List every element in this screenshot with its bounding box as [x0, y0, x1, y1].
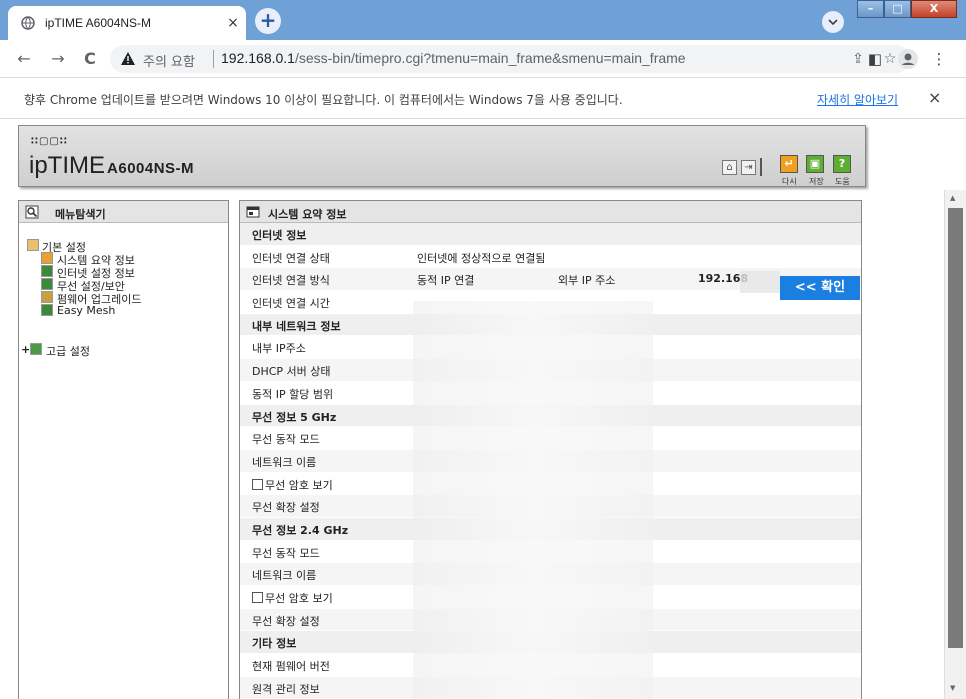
maximize-button[interactable]: □ [884, 0, 911, 18]
new-tab-button[interactable]: + [255, 8, 281, 34]
confirm-ip-button[interactable]: << 확인 [780, 276, 860, 300]
more-menu-icon[interactable]: ⋮ [930, 50, 948, 68]
scroll-down-icon[interactable]: ▼ [950, 684, 955, 692]
expand-plus-icon[interactable]: + [21, 343, 30, 356]
window-icon [246, 206, 260, 218]
logo-mark: ∷▢▢∷ [31, 136, 68, 147]
magnifier-icon [25, 205, 39, 219]
show-password-checkbox-24ghz[interactable]: 무선 암호 보기 [252, 590, 333, 606]
upgrade-icon [41, 291, 53, 303]
bookmark-star-icon[interactable]: ☆ [882, 51, 898, 67]
window-controls: – □ X [857, 0, 957, 20]
header-divider [760, 158, 762, 176]
refresh-icon[interactable]: ↵ [780, 155, 798, 173]
page-scrollbar[interactable]: ▲ ▼ [944, 190, 966, 699]
tab-strip: ipTIME A6004NS-M × + – □ X [0, 0, 966, 40]
person-icon [902, 53, 914, 65]
router-logo: ipTIME A6004NS-M [29, 152, 195, 179]
chevron-down-icon [828, 19, 838, 26]
redacted-area [413, 301, 653, 699]
address-bar[interactable]: 주의 요함 192.168.0.1/sess-bin/timepro.cgi?t… [110, 45, 910, 73]
divider [213, 50, 214, 68]
globe-icon [21, 16, 35, 30]
close-window-button[interactable]: X [911, 0, 957, 18]
scroll-up-icon[interactable]: ▲ [950, 194, 955, 202]
sidebar-header: 메뉴탐색기 [19, 201, 228, 223]
wireless-icon [41, 278, 53, 290]
router-header: ∷▢▢∷ ipTIME A6004NS-M ⌂ ⇥ ↵ ▣ ? 다시 저장 도움 [18, 125, 866, 187]
redacted-ip [740, 271, 780, 293]
section-internet: 인터넷 정보 [240, 223, 861, 246]
main-header: 시스템 요약 정보 [240, 201, 861, 223]
save-icon[interactable]: ▣ [806, 155, 824, 173]
logout-icon[interactable]: ⇥ [741, 160, 756, 175]
url-text[interactable]: 192.168.0.1/sess-bin/timepro.cgi?tmenu=m… [221, 50, 686, 66]
infobar-close-icon[interactable]: × [928, 88, 941, 107]
main-title: 시스템 요약 정보 [268, 208, 347, 221]
infobar-message: 향후 Chrome 업데이트를 받으려면 Windows 10 이상이 필요합니… [24, 93, 623, 107]
router-page: ∷▢▢∷ ipTIME A6004NS-M ⌂ ⇥ ↵ ▣ ? 다시 저장 도움 … [0, 119, 944, 699]
browser-toolbar: ← → C 주의 요함 192.168.0.1/sess-bin/timepro… [0, 40, 966, 78]
scroll-thumb[interactable] [948, 208, 963, 648]
minimize-button[interactable]: – [857, 0, 884, 18]
folder-icon [27, 239, 39, 251]
save-label: 저장 [809, 177, 824, 186]
monitor-icon [41, 265, 53, 277]
sidebar-title: 메뉴탐색기 [55, 208, 106, 221]
side-panel-icon[interactable]: ◧ [866, 50, 884, 68]
security-label[interactable]: 주의 요함 [143, 51, 195, 70]
tab-close-icon[interactable]: × [224, 14, 242, 32]
learn-more-link[interactable]: 자세히 알아보기 [817, 91, 898, 108]
chart-icon [41, 252, 53, 264]
share-icon[interactable]: ⇪ [850, 51, 866, 67]
browser-tab[interactable]: ipTIME A6004NS-M × [8, 6, 246, 40]
tab-search-button[interactable] [822, 11, 844, 33]
help-label: 도움 [835, 177, 850, 186]
profile-avatar[interactable] [898, 49, 918, 69]
home-icon[interactable]: ⌂ [722, 160, 737, 175]
show-password-checkbox-5ghz[interactable]: 무선 암호 보기 [252, 477, 333, 493]
help-icon[interactable]: ? [833, 155, 851, 173]
system-summary-panel: 시스템 요약 정보 인터넷 정보 인터넷 연결 상태 인터넷에 정상적으로 연결… [239, 200, 862, 699]
reload-button[interactable]: C [80, 49, 100, 69]
folder-plus-icon [30, 343, 42, 355]
conn-status-value: 인터넷에 정상적으로 연결됨 [417, 251, 546, 265]
update-infobar: 향후 Chrome 업데이트를 받으려면 Windows 10 이상이 필요합니… [0, 79, 966, 119]
tab-title: ipTIME A6004NS-M [45, 16, 152, 30]
forward-button[interactable]: → [48, 49, 68, 69]
refresh-label: 다시 [782, 177, 797, 186]
warning-icon [121, 52, 135, 65]
back-button[interactable]: ← [14, 49, 34, 69]
menu-explorer: 메뉴탐색기 기본 설정 시스템 요약 정보 인터넷 설정 정보 무선 설정/보안… [18, 200, 229, 699]
mesh-icon [41, 304, 53, 316]
row-conn-status: 인터넷 연결 상태 인터넷에 정상적으로 연결됨 [240, 246, 861, 269]
